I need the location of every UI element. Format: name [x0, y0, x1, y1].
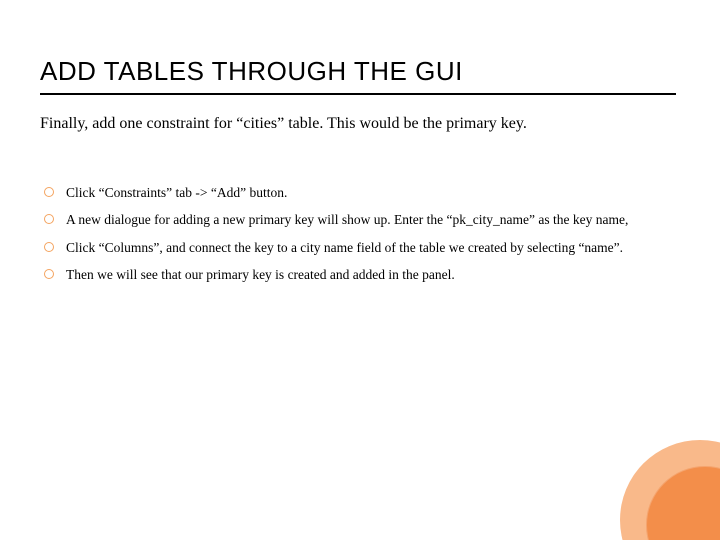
page-title: ADD TABLES THROUGH THE GUI — [40, 56, 676, 95]
bullet-list: Click “Constraints” tab -> “Add” button.… — [40, 183, 676, 285]
list-item: Then we will see that our primary key is… — [44, 265, 676, 285]
list-item: Click “Columns”, and connect the key to … — [44, 238, 676, 258]
decorative-circle-inner — [646, 466, 720, 540]
list-item: A new dialogue for adding a new primary … — [44, 210, 676, 230]
slide: ADD TABLES THROUGH THE GUI Finally, add … — [0, 0, 720, 540]
decorative-corner — [610, 430, 720, 540]
list-item: Click “Constraints” tab -> “Add” button. — [44, 183, 676, 203]
intro-text: Finally, add one constraint for “cities”… — [40, 113, 676, 135]
decorative-circle-outer — [620, 440, 720, 540]
